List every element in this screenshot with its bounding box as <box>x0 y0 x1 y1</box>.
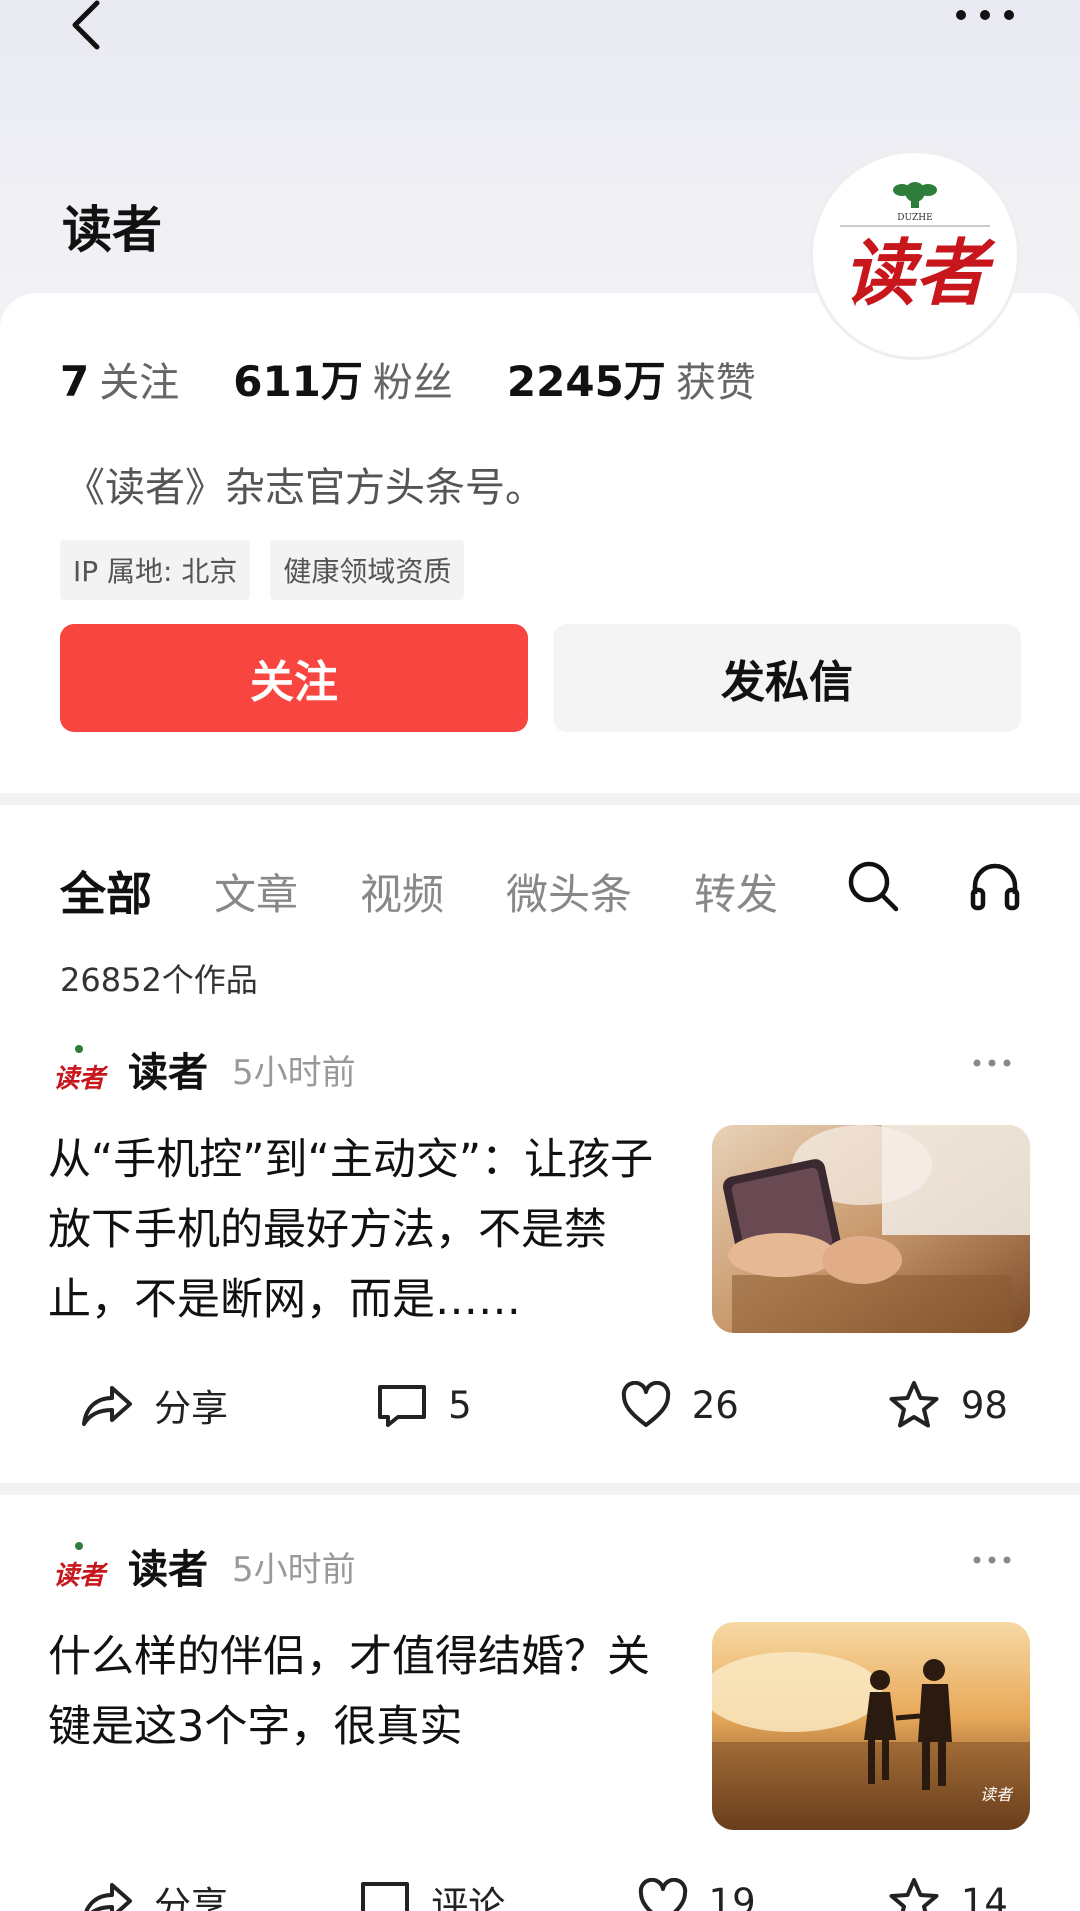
ip-location-tag: IP 属地: 北京 <box>60 540 251 600</box>
post-title[interactable]: 什么样的伴侣，才值得结婚？关键是这3个字，很真实 <box>48 1622 688 1762</box>
bee-emblem-icon <box>893 182 937 208</box>
post-thumbnail[interactable] <box>712 1125 1030 1333</box>
phone-reading-image <box>712 1125 1030 1333</box>
message-button[interactable]: 发私信 <box>553 624 1021 732</box>
post-author-avatar[interactable]: 读者 <box>48 1538 110 1594</box>
following-count: 7 <box>60 357 90 406</box>
content-tabs: 全部 文章 视频 微头条 转发 <box>60 858 778 924</box>
duzhe-logo: DUZHE 读者 <box>840 182 996 315</box>
like-count: 26 <box>691 1383 739 1427</box>
favorite-count: 98 <box>960 1383 1008 1427</box>
comment-count: 5 <box>448 1383 472 1427</box>
likes-label: 获赞 <box>675 360 756 406</box>
more-icon[interactable] <box>972 1555 1012 1565</box>
star-icon <box>889 1878 939 1911</box>
section-divider <box>0 793 1080 805</box>
follow-button[interactable]: 关注 <box>60 624 528 732</box>
followers-label: 粉丝 <box>372 360 453 406</box>
followers-count: 611万 <box>233 357 363 406</box>
post-author[interactable]: 读者 <box>128 1040 208 1098</box>
share-label: 分享 <box>154 1884 228 1911</box>
stat-following[interactable]: 7 关注 <box>60 350 179 408</box>
tab-videos[interactable]: 视频 <box>360 861 444 922</box>
comment-action[interactable]: 评论 <box>359 1875 505 1911</box>
post-actions: 分享 5 26 98 <box>78 1378 1008 1432</box>
stat-likes[interactable]: 2245万 获赞 <box>507 348 756 409</box>
profile-tags: IP 属地: 北京 健康领域资质 <box>60 540 465 600</box>
couple-beach-image: 读者 <box>712 1622 1030 1830</box>
tab-micro-posts[interactable]: 微头条 <box>506 861 632 922</box>
profile-stats: 7 关注 611万 粉丝 2245万 获赞 <box>60 348 756 409</box>
post-time: 5小时前 <box>232 1052 356 1093</box>
more-icon[interactable] <box>972 1058 1012 1068</box>
svg-text:DUZHE: DUZHE <box>897 213 932 223</box>
more-icon <box>956 10 1014 20</box>
like-action[interactable]: 26 <box>620 1378 739 1432</box>
more-button[interactable] <box>945 0 1025 35</box>
post-author[interactable]: 读者 <box>128 1537 208 1595</box>
heart-icon <box>621 1381 670 1427</box>
back-arrow-icon <box>72 0 100 50</box>
duzhe-mini-logo: 读者 <box>53 1542 109 1591</box>
heart-icon <box>638 1878 687 1911</box>
post-header: 读者 读者 5小时前 <box>48 1537 356 1595</box>
comment-icon <box>361 1882 410 1911</box>
tab-reposts[interactable]: 转发 <box>694 861 778 922</box>
post-author-avatar[interactable]: 读者 <box>48 1041 110 1097</box>
duzhe-mini-logo: 读者 <box>53 1045 109 1094</box>
post-time: 5小时前 <box>232 1549 356 1590</box>
avatar[interactable]: DUZHE 读者 <box>810 150 1020 360</box>
share-action[interactable]: 分享 <box>78 1378 228 1432</box>
post-title[interactable]: 从“手机控”到“主动交”：让孩子放下手机的最好方法，不是禁止，不是断网，而是…… <box>48 1125 688 1335</box>
post-divider <box>0 1483 1080 1495</box>
like-action[interactable]: 19 <box>637 1875 756 1911</box>
share-label: 分享 <box>154 1387 228 1430</box>
works-count: 26852个作品 <box>60 961 258 999</box>
favorite-action[interactable]: 14 <box>887 1875 1008 1911</box>
comment-action[interactable]: 5 <box>376 1378 472 1432</box>
page-title: 读者 <box>62 201 162 259</box>
star-icon <box>889 1381 939 1428</box>
tab-tools <box>845 858 1023 914</box>
share-icon <box>84 1883 132 1911</box>
favorite-action[interactable]: 98 <box>887 1378 1008 1432</box>
favorite-count: 14 <box>960 1880 1008 1911</box>
svg-text:读者: 读者 <box>53 1561 109 1591</box>
tab-all[interactable]: 全部 <box>60 858 152 924</box>
svg-text:读者: 读者 <box>980 1785 1014 1804</box>
following-label: 关注 <box>99 360 180 406</box>
post-thumbnail[interactable]: 读者 <box>712 1622 1030 1830</box>
headphones-icon[interactable] <box>967 858 1023 914</box>
back-button[interactable] <box>50 0 120 60</box>
post-actions: 分享 评论 19 14 <box>78 1875 1008 1911</box>
share-icon <box>82 1386 132 1426</box>
qualification-tag[interactable]: 健康领域资质 <box>270 540 465 600</box>
tab-articles[interactable]: 文章 <box>214 861 298 922</box>
comment-icon <box>378 1385 427 1427</box>
like-count: 19 <box>708 1880 756 1911</box>
search-icon[interactable] <box>845 858 901 914</box>
profile-bio: 《读者》杂志官方头条号。 <box>65 465 545 511</box>
svg-text:读者: 读者 <box>843 230 996 315</box>
likes-count: 2245万 <box>506 357 666 406</box>
post-header: 读者 读者 5小时前 <box>48 1040 356 1098</box>
svg-text:读者: 读者 <box>53 1064 109 1094</box>
comment-label: 评论 <box>431 1884 506 1911</box>
share-action[interactable]: 分享 <box>78 1875 228 1911</box>
stat-followers[interactable]: 611万 粉丝 <box>233 348 453 409</box>
